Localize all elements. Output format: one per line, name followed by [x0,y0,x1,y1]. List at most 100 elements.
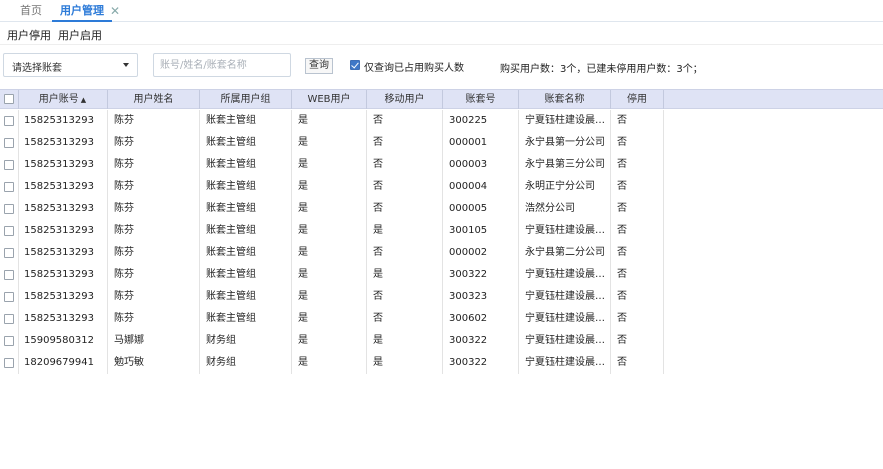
header-label: 用户姓名 [133,94,174,105]
table-cell: 否 [367,110,443,132]
header-user-group[interactable]: 所属用户组 [200,90,292,109]
table-cell: 15825313293 [18,308,108,330]
row-checkbox[interactable] [4,336,14,346]
row-checkbox[interactable] [4,292,14,302]
row-checkbox[interactable] [4,248,14,258]
table-cell: 否 [367,154,443,176]
row-checkbox[interactable] [4,358,14,368]
user-disable-button[interactable]: 用户停用 [7,27,51,43]
table-cell: 否 [611,330,664,352]
table-cell: 陈芬 [108,242,200,264]
table-cell: 是 [292,110,367,132]
table-cell: 陈芬 [108,286,200,308]
table-row[interactable]: 15825313293 陈芬 账套主管组是否 000003 永宁县第三分公司否 [0,154,883,176]
account-set-select[interactable]: 请选择账套 [3,53,138,77]
header-user-account[interactable]: 用户账号 ▲ [18,90,108,109]
row-checkbox[interactable] [4,204,14,214]
row-checkbox[interactable] [4,182,14,192]
table-row[interactable]: 18209679941 勉巧敏 财务组是是 300322 宁夏钰柱建设晨… 否 [0,352,883,374]
header-disabled[interactable]: 停用 [611,90,664,109]
table-cell: 15909580312 [18,330,108,352]
row-checkbox[interactable] [4,314,14,324]
user-enable-button[interactable]: 用户启用 [58,27,102,43]
row-checkbox[interactable] [4,226,14,236]
table-row[interactable]: 15825313293 陈芬 账套主管组是否 300323 宁夏钰柱建设晨… 否 [0,286,883,308]
table-cell: 300602 [443,308,519,330]
table-cell: 是 [292,286,367,308]
table-cell: 是 [292,330,367,352]
header-mobile-user[interactable]: 移动用户 [367,90,443,109]
table-cell: 是 [292,132,367,154]
table-cell: 是 [367,330,443,352]
table-row[interactable]: 15825313293 陈芬 账套主管组是是 300105 宁夏钰柱建设晨… 否 [0,220,883,242]
table-cell: 否 [611,242,664,264]
table-cell: 马娜娜 [108,330,200,352]
table-row[interactable]: 15825313293 陈芬 账套主管组是否 300225 宁夏钰柱建设晨… 否 [0,110,883,132]
table-cell: 永明正宁分公司 [519,176,611,198]
table-header: 用户账号 ▲ 用户姓名 所属用户组 WEB用户 移动用户 账套号 账套名称 停用 [0,89,883,109]
table-row[interactable]: 15825313293 陈芬 账套主管组是否 300602 宁夏钰柱建设晨… 否 [0,308,883,330]
row-checkbox[interactable] [4,116,14,126]
row-checkbox[interactable] [4,138,14,148]
tab-home[interactable]: 首页 [20,0,42,22]
header-account-name[interactable]: 账套名称 [519,90,611,109]
table-cell: 宁夏钰柱建设晨… [519,110,611,132]
table-cell: 300322 [443,330,519,352]
table-cell: 账套主管组 [200,110,292,132]
table-cell: 是 [367,352,443,374]
close-icon[interactable]: ✕ [110,0,120,22]
table-cell: 账套主管组 [200,220,292,242]
header-account-no[interactable]: 账套号 [443,90,519,109]
table-row[interactable]: 15825313293 陈芬 账套主管组是否 000005 浩然分公司否 [0,198,883,220]
row-checkbox[interactable] [4,160,14,170]
table-cell: 否 [367,198,443,220]
table-cell: 否 [611,308,664,330]
table-cell: 否 [611,198,664,220]
table-cell: 000001 [443,132,519,154]
search-input[interactable] [153,53,291,77]
header-label: 移动用户 [384,94,425,105]
sort-ascending-icon[interactable]: ▲ [81,96,86,104]
table-cell: 是 [292,308,367,330]
table-cell: 是 [292,242,367,264]
table-cell: 永宁县第二分公司 [519,242,611,264]
query-button[interactable]: 查询 [305,58,333,74]
table-cell: 18209679941 [18,352,108,374]
table-cell: 300105 [443,220,519,242]
select-all-checkbox[interactable] [4,94,14,104]
table-cell: 宁夏钰柱建设晨… [519,220,611,242]
row-checkbox[interactable] [4,270,14,280]
table-row[interactable]: 15825313293 陈芬 账套主管组是否 000002 永宁县第二分公司否 [0,242,883,264]
table-cell: 陈芬 [108,198,200,220]
table-cell: 浩然分公司 [519,198,611,220]
table-row[interactable]: 15825313293 陈芬 账套主管组是否 000004 永明正宁分公司否 [0,176,883,198]
table-cell: 否 [367,132,443,154]
table-cell: 否 [367,242,443,264]
table-cell: 是 [292,176,367,198]
table-cell: 账套主管组 [200,264,292,286]
table-cell: 否 [611,286,664,308]
table-cell: 是 [292,220,367,242]
table-cell: 陈芬 [108,176,200,198]
table-cell: 是 [292,352,367,374]
table-cell: 否 [611,220,664,242]
table-cell: 账套主管组 [200,198,292,220]
header-user-name[interactable]: 用户姓名 [108,90,200,109]
table-cell: 陈芬 [108,264,200,286]
table-row[interactable]: 15825313293 陈芬 账套主管组是是 300322 宁夏钰柱建设晨… 否 [0,264,883,286]
table-cell: 000002 [443,242,519,264]
table-cell: 15825313293 [18,198,108,220]
only-purchased-checkbox[interactable] [350,60,360,70]
table-cell: 否 [611,110,664,132]
header-web-user[interactable]: WEB用户 [292,90,367,109]
table-cell: 300323 [443,286,519,308]
table-row[interactable]: 15825313293 陈芬 账套主管组是否 000001 永宁县第一分公司否 [0,132,883,154]
table-row[interactable]: 15909580312 马娜娜 财务组是是 300322 宁夏钰柱建设晨… 否 [0,330,883,352]
tab-bar: 首页 用户管理 ✕ [0,0,883,22]
table-cell: 15825313293 [18,220,108,242]
table-cell: 陈芬 [108,220,200,242]
tab-user-management[interactable]: 用户管理 [52,0,112,22]
table-cell: 000004 [443,176,519,198]
table-cell: 宁夏钰柱建设晨… [519,330,611,352]
header-label: 用户账号 [38,94,79,105]
